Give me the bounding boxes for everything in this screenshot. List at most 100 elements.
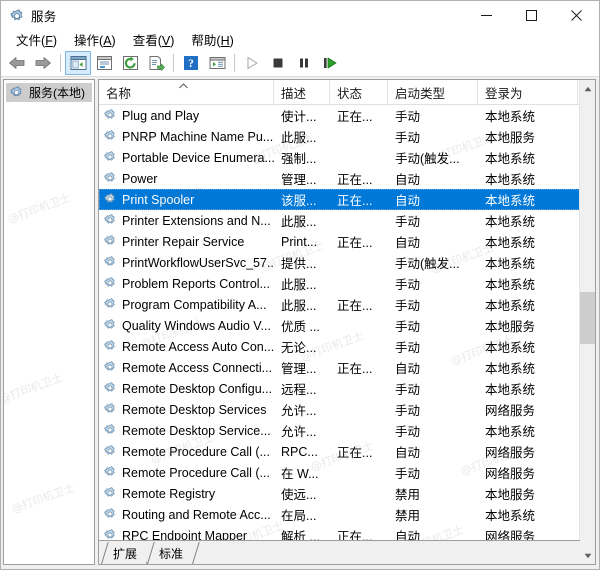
service-gear-icon xyxy=(103,297,118,312)
cell-startup: 手动 xyxy=(388,337,478,356)
column-header-description[interactable]: 描述 xyxy=(274,80,330,105)
scrollbar-thumb[interactable] xyxy=(580,292,596,344)
cell-startup-label: 自动 xyxy=(395,358,420,377)
cell-logon-label: 本地系统 xyxy=(485,148,535,167)
column-header-status[interactable]: 状态 xyxy=(330,80,388,105)
cell-logon: 本地系统 xyxy=(478,421,578,440)
watermark: @打印机卫士 xyxy=(3,369,65,407)
cell-name-label: Plug and Play xyxy=(122,109,199,123)
service-gear-icon xyxy=(103,171,118,186)
menu-view[interactable]: 查看(V) xyxy=(125,29,184,50)
table-row[interactable]: Plug and Play使计...正在...手动本地系统 xyxy=(99,105,580,126)
restart-service-icon[interactable] xyxy=(317,51,343,75)
table-row[interactable]: PrintWorkflowUserSvc_57...提供...手动(触发...本… xyxy=(99,252,580,273)
services-list[interactable]: Plug and Play使计...正在...手动本地系统PNRP Machin… xyxy=(99,105,580,540)
table-row[interactable]: Remote Procedure Call (...在 W...手动网络服务 xyxy=(99,462,580,483)
column-header-logon-as[interactable]: 登录为 xyxy=(478,80,578,105)
forward-icon[interactable] xyxy=(30,51,56,75)
scroll-up-arrow-icon[interactable] xyxy=(580,80,596,97)
cell-logon: 本地系统 xyxy=(478,211,578,230)
table-row[interactable]: Printer Repair ServicePrint...正在...自动本地系… xyxy=(99,231,580,252)
cell-startup: 手动 xyxy=(388,379,478,398)
column-header-startup-type[interactable]: 启动类型 xyxy=(388,80,478,105)
services-list-pane: 名称 描述 状态 启动类型 登录为 Plug and Play使计...正在..… xyxy=(98,79,596,565)
service-gear-icon xyxy=(103,402,118,417)
maximize-button[interactable] xyxy=(509,1,554,29)
table-row[interactable]: Portable Device Enumera...强制...手动(触发...本… xyxy=(99,147,580,168)
cell-description-label: 强制... xyxy=(281,148,316,167)
table-row[interactable]: Remote Procedure Call (...RPC...正在...自动网… xyxy=(99,441,580,462)
export-list-icon[interactable] xyxy=(143,51,169,75)
cell-logon-label: 本地系统 xyxy=(485,190,535,209)
cell-startup-label: 手动 xyxy=(395,463,420,482)
refresh-icon[interactable] xyxy=(117,51,143,75)
sort-ascending-icon xyxy=(179,81,188,91)
cell-logon-label: 本地系统 xyxy=(485,106,535,125)
cell-logon: 本地系统 xyxy=(478,295,578,314)
table-row[interactable]: Remote Access Connecti...管理...正在...自动本地系… xyxy=(99,357,580,378)
table-row[interactable]: RPC Endpoint Mapper解析 ...正在...自动网络服务 xyxy=(99,525,580,540)
cell-status-label: 正在... xyxy=(337,190,372,209)
cell-name: Remote Desktop Services xyxy=(99,402,274,417)
menu-help[interactable]: 帮助(H) xyxy=(183,29,242,50)
cell-logon-label: 本地服务 xyxy=(485,484,535,503)
table-row[interactable]: Remote Registry使远...禁用本地服务 xyxy=(99,483,580,504)
show-hide-console-tree-icon[interactable] xyxy=(65,51,91,75)
cell-startup: 手动 xyxy=(388,106,478,125)
cell-startup: 自动 xyxy=(388,442,478,461)
table-row[interactable]: PNRP Machine Name Pu...此服...手动本地服务 xyxy=(99,126,580,147)
cell-name: Remote Procedure Call (... xyxy=(99,465,274,480)
service-gear-icon xyxy=(103,213,118,228)
cell-status: 正在... xyxy=(330,526,388,540)
cell-description-label: 无论... xyxy=(281,337,316,356)
cell-startup-label: 手动 xyxy=(395,127,420,146)
cell-logon: 网络服务 xyxy=(478,526,578,540)
cell-status: 正在... xyxy=(330,232,388,251)
table-row[interactable]: Routing and Remote Acc...在局...禁用本地系统 xyxy=(99,504,580,525)
table-row[interactable]: Remote Access Auto Con...无论...手动本地系统 xyxy=(99,336,580,357)
table-row[interactable]: Program Compatibility A...此服...正在...手动本地… xyxy=(99,294,580,315)
tab-extended[interactable]: 扩展 xyxy=(101,542,147,564)
cell-logon-label: 本地系统 xyxy=(485,505,535,524)
show-action-pane-icon[interactable] xyxy=(204,51,230,75)
cell-startup-label: 手动 xyxy=(395,211,420,230)
stop-service-icon[interactable] xyxy=(265,51,291,75)
cell-logon-label: 本地系统 xyxy=(485,274,535,293)
tab-standard[interactable]: 标准 xyxy=(147,542,193,564)
help-icon[interactable]: ? xyxy=(178,51,204,75)
menu-file[interactable]: 文件(F) xyxy=(8,29,66,50)
cell-startup-label: 手动(触发... xyxy=(395,253,460,272)
cell-logon-label: 网络服务 xyxy=(485,400,535,419)
cell-logon-label: 本地服务 xyxy=(485,316,535,335)
cell-logon: 本地服务 xyxy=(478,484,578,503)
column-header-name[interactable]: 名称 xyxy=(99,80,274,105)
cell-description: 此服... xyxy=(274,211,330,230)
table-row[interactable]: Power管理...正在...自动本地系统 xyxy=(99,168,580,189)
close-button[interactable] xyxy=(554,1,599,29)
properties-icon[interactable] xyxy=(91,51,117,75)
table-row[interactable]: Remote Desktop Services允许...手动网络服务 xyxy=(99,399,580,420)
scroll-down-arrow-icon[interactable] xyxy=(580,547,596,564)
service-gear-icon xyxy=(103,150,118,165)
vertical-scrollbar[interactable] xyxy=(579,80,595,564)
cell-startup: 手动 xyxy=(388,400,478,419)
menu-view-label: 查看 xyxy=(133,34,158,48)
cell-description-label: 在局... xyxy=(281,505,316,524)
cell-startup: 自动 xyxy=(388,232,478,251)
cell-description-label: 此服... xyxy=(281,295,316,314)
cell-name: Remote Procedure Call (... xyxy=(99,444,274,459)
table-row[interactable]: Print Spooler该服...正在...自动本地系统 xyxy=(99,189,580,210)
back-icon[interactable] xyxy=(4,51,30,75)
table-row[interactable]: Problem Reports Control...此服...手动本地系统 xyxy=(99,273,580,294)
table-row[interactable]: Quality Windows Audio V...优质 ...手动本地服务 xyxy=(99,315,580,336)
table-row[interactable]: Printer Extensions and N...此服...手动本地系统 xyxy=(99,210,580,231)
table-row[interactable]: Remote Desktop Configu...远程...手动本地系统 xyxy=(99,378,580,399)
menu-action[interactable]: 操作(A) xyxy=(66,29,125,50)
cell-startup-label: 手动 xyxy=(395,274,420,293)
table-row[interactable]: Remote Desktop Service...允许...手动本地系统 xyxy=(99,420,580,441)
cell-name: PrintWorkflowUserSvc_57... xyxy=(99,255,274,270)
minimize-button[interactable] xyxy=(464,1,509,29)
cell-logon: 本地系统 xyxy=(478,190,578,209)
pause-service-icon[interactable] xyxy=(291,51,317,75)
sidebar-item-services-local[interactable]: 服务(本地) xyxy=(6,83,92,102)
